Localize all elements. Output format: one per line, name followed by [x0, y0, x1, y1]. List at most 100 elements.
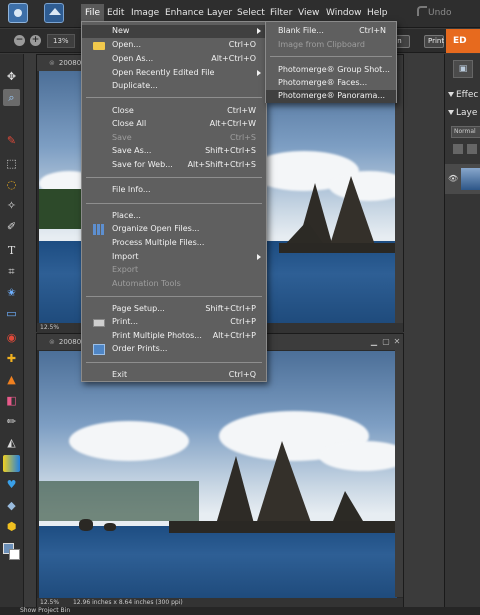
crop-tool-icon[interactable]: ⌗: [3, 263, 20, 280]
menu-item-print[interactable]: Print... Ctrl+P: [82, 316, 266, 329]
menu-view[interactable]: View: [296, 8, 321, 18]
vertical-scrollbar-2[interactable]: [395, 350, 403, 597]
minimize-icon[interactable]: ▁: [369, 334, 379, 350]
menu-file[interactable]: File: [81, 4, 105, 22]
file-menu-dropdown: New Open... Ctrl+O Open As... Alt+Ctrl+O O…: [81, 21, 267, 382]
menu-separator: [86, 362, 262, 363]
zoom-field[interactable]: 13%: [47, 34, 75, 48]
menu-item-open-recent[interactable]: Open Recently Edited File: [82, 67, 266, 80]
layer-option-icon[interactable]: [467, 144, 477, 154]
tab-edit[interactable]: ED: [446, 29, 480, 53]
menu-item-place[interactable]: Place...: [82, 210, 266, 223]
menu-item-page-setup[interactable]: Page Setup... Shift+Ctrl+P: [82, 303, 266, 316]
straighten-tool-icon[interactable]: ▭: [3, 305, 20, 322]
project-bin-bar[interactable]: Show Project Bin: [0, 607, 480, 615]
menu-item-process-multiple[interactable]: Process Multiple Files...: [82, 237, 266, 250]
menu-image[interactable]: Image: [129, 8, 161, 18]
effects-label: Effec: [456, 90, 479, 100]
menu-item-exit[interactable]: Exit Ctrl+Q: [82, 369, 266, 382]
menu-enhance[interactable]: Enhance: [163, 8, 206, 18]
blur-tool-icon[interactable]: ◆: [3, 497, 20, 514]
undo-button[interactable]: Undo: [428, 8, 452, 18]
menu-window[interactable]: Window: [324, 8, 364, 18]
layers-label: Laye: [456, 108, 478, 118]
brush-tool-icon[interactable]: ✏: [3, 413, 20, 430]
submenu-item-blank-file[interactable]: Blank File... Ctrl+N: [266, 25, 396, 38]
menu-item-order-prints[interactable]: Order Prints...: [82, 343, 266, 356]
effects-panel-header[interactable]: Effec: [448, 90, 479, 100]
menu-filter[interactable]: Filter: [268, 8, 294, 18]
menu-item-open[interactable]: Open... Ctrl+O: [82, 39, 266, 52]
document-zoom-2: 12.5%: [40, 599, 60, 606]
submenu-item-photomerge-faces[interactable]: Photomerge® Faces...: [266, 77, 396, 90]
move-tool-icon[interactable]: ✥: [3, 68, 20, 85]
menu-item-duplicate[interactable]: Duplicate...: [82, 80, 266, 93]
new-submenu: Blank File... Ctrl+N Image from Clipboard…: [265, 21, 397, 103]
folder-icon: [93, 42, 105, 50]
submenu-item-image-from-clipboard: Image from Clipboard: [278, 40, 365, 49]
gradient-tool-icon[interactable]: [3, 455, 20, 472]
menu-item-import[interactable]: Import: [82, 251, 266, 264]
submenu-arrow-icon: [257, 254, 261, 260]
menu-layer[interactable]: Layer: [205, 8, 234, 18]
menu-item-print-multiple[interactable]: Print Multiple Photos... Alt+Ctrl+P: [82, 330, 266, 343]
sponge-tool-icon[interactable]: ⬢: [3, 518, 20, 535]
maximize-icon[interactable]: ▢: [381, 334, 391, 350]
healing-brush-tool-icon[interactable]: ✚: [3, 350, 20, 367]
menu-item-save-for-web[interactable]: Save for Web... Alt+Shift+Ctrl+S: [82, 159, 266, 172]
photo-canvas-2[interactable]: [39, 351, 397, 598]
menu-item-new[interactable]: New: [82, 25, 266, 38]
menu-item-save-as[interactable]: Save As... Shift+Ctrl+S: [82, 145, 266, 158]
zoom-out-icon[interactable]: −: [14, 35, 25, 46]
zoom-tool-icon[interactable]: ⌕: [3, 89, 20, 106]
clone-stamp-tool-icon[interactable]: ▲: [3, 371, 20, 388]
menu-item-file-info[interactable]: File Info...: [82, 184, 266, 197]
home-icon[interactable]: [44, 3, 64, 23]
vertical-scrollbar-1[interactable]: [395, 71, 403, 323]
type-tool-icon[interactable]: T: [3, 242, 20, 259]
lasso-tool-icon[interactable]: ◌: [3, 176, 20, 193]
organizer-camera-icon[interactable]: [8, 3, 28, 23]
layers-panel-header[interactable]: Laye: [448, 108, 478, 118]
cookie-cutter-tool-icon[interactable]: ✬: [3, 284, 20, 301]
menu-edit[interactable]: Edit: [105, 8, 126, 18]
document-size-status: 12.96 inches x 8.64 inches (300 ppi): [72, 599, 183, 606]
undo-arrow-icon: [417, 6, 427, 16]
eyedropper-tool-icon[interactable]: ✎: [3, 132, 20, 149]
layer-row[interactable]: 👁: [445, 164, 480, 194]
project-bin-label: Show Project Bin: [20, 607, 71, 614]
magic-wand-tool-icon[interactable]: ✧: [3, 197, 20, 214]
new-layer-icon[interactable]: [453, 144, 463, 154]
menu-item-organize-open-files[interactable]: Organize Open Files...: [82, 223, 266, 236]
quick-selection-tool-icon[interactable]: ✐: [3, 218, 20, 235]
menu-separator: [86, 296, 262, 297]
menu-separator: [86, 203, 262, 204]
submenu-item-photomerge-panorama[interactable]: Photomerge® Panorama...: [266, 90, 396, 103]
layer-thumbnail: [461, 168, 480, 190]
print-size-button[interactable]: Print: [424, 35, 444, 48]
menu-item-automation-tools: Automation Tools: [112, 279, 181, 288]
submenu-arrow-icon: [257, 28, 261, 34]
grid-icon: [93, 224, 105, 235]
marquee-tool-icon[interactable]: ⬚: [3, 155, 20, 172]
red-eye-tool-icon[interactable]: ◉: [3, 329, 20, 346]
eraser-tool-icon[interactable]: ◧: [3, 392, 20, 409]
submenu-arrow-icon: [257, 70, 261, 76]
create-panel-icon[interactable]: ▣: [453, 60, 473, 78]
blend-mode-select[interactable]: Normal: [451, 126, 480, 138]
menu-help[interactable]: Help: [365, 8, 390, 18]
background-color-swatch[interactable]: [9, 549, 20, 560]
submenu-item-photomerge-group-shot[interactable]: Photomerge® Group Shot...: [266, 64, 396, 77]
menu-item-close-all[interactable]: Close All Alt+Ctrl+W: [82, 118, 266, 131]
zoom-in-icon[interactable]: +: [30, 35, 41, 46]
close-icon[interactable]: ✕: [392, 334, 402, 350]
printer-icon: [93, 319, 105, 327]
menu-item-close[interactable]: Close Ctrl+W: [82, 105, 266, 118]
shape-tool-icon[interactable]: ♥: [3, 476, 20, 493]
menu-select[interactable]: Select: [235, 8, 267, 18]
eye-icon[interactable]: 👁: [448, 174, 458, 183]
menu-item-export: Export: [112, 265, 139, 274]
paint-bucket-tool-icon[interactable]: ◭: [3, 434, 20, 451]
order-prints-icon: [93, 344, 105, 355]
menu-item-open-as[interactable]: Open As... Alt+Ctrl+O: [82, 53, 266, 66]
